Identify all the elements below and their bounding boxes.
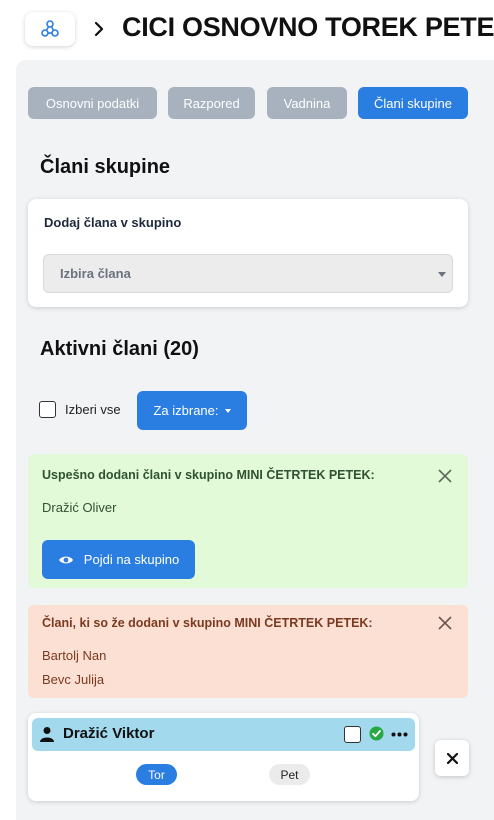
top-bar: CICI OSNOVNO TOREK PETEK: [0, 0, 494, 60]
go-to-group-label: Pojdi na skupino: [83, 552, 180, 567]
caret-down-icon: [224, 408, 231, 413]
tab-clani-skupine[interactable]: Člani skupine: [358, 87, 468, 119]
tab-razpored[interactable]: Razpored: [168, 87, 255, 119]
close-icon[interactable]: [437, 615, 453, 631]
select-all-label[interactable]: Izberi vse: [65, 402, 121, 417]
warning-member-item: Bevc Julija: [42, 672, 105, 687]
add-member-label: Dodaj člana v skupino: [44, 215, 182, 230]
section-title-members: Člani skupine: [40, 156, 171, 178]
eye-icon: [58, 556, 73, 563]
page-title: CICI OSNOVNO TOREK PETEK: [122, 12, 494, 42]
member-select[interactable]: Izbira člana: [43, 254, 453, 293]
warning-alert-title: Člani, ki so že dodani v skupino MINI ČE…: [42, 616, 373, 630]
day-pill-tor[interactable]: Tor: [136, 764, 177, 785]
close-icon[interactable]: [437, 468, 453, 484]
go-to-group-button[interactable]: Pojdi na skupino: [42, 540, 195, 579]
day-pill-pet[interactable]: Pet: [269, 764, 310, 785]
warning-member-item: Bartolj Nan: [42, 648, 107, 663]
tab-osnovni-podatki[interactable]: Osnovni podatki: [28, 87, 157, 119]
close-icon: [446, 752, 458, 764]
tab-vadnina[interactable]: Vadnina: [267, 87, 347, 119]
remove-member-button[interactable]: [435, 740, 469, 776]
success-member-item: Dražić Oliver: [42, 500, 117, 515]
success-alert-title: Uspešno dodani člani v skupino MINI ČETR…: [42, 468, 375, 482]
user-icon: [40, 727, 54, 742]
section-title-active: Aktivni člani (20): [40, 338, 199, 360]
member-select-placeholder: Izbira člana: [60, 266, 131, 281]
chevron-right-icon: [92, 18, 106, 40]
bulk-actions-label: Za izbrane:: [153, 403, 219, 418]
caret-down-icon: [438, 272, 446, 277]
check-circle-icon: [369, 726, 384, 741]
logo-button[interactable]: [25, 12, 75, 46]
network-nodes-icon: [41, 20, 59, 37]
member-select-checkbox[interactable]: [344, 726, 361, 743]
more-options-icon[interactable]: [391, 732, 408, 737]
bulk-actions-button[interactable]: Za izbrane:: [137, 391, 247, 430]
select-all-checkbox[interactable]: [39, 401, 56, 418]
member-name: Dražić Viktor: [63, 725, 155, 742]
